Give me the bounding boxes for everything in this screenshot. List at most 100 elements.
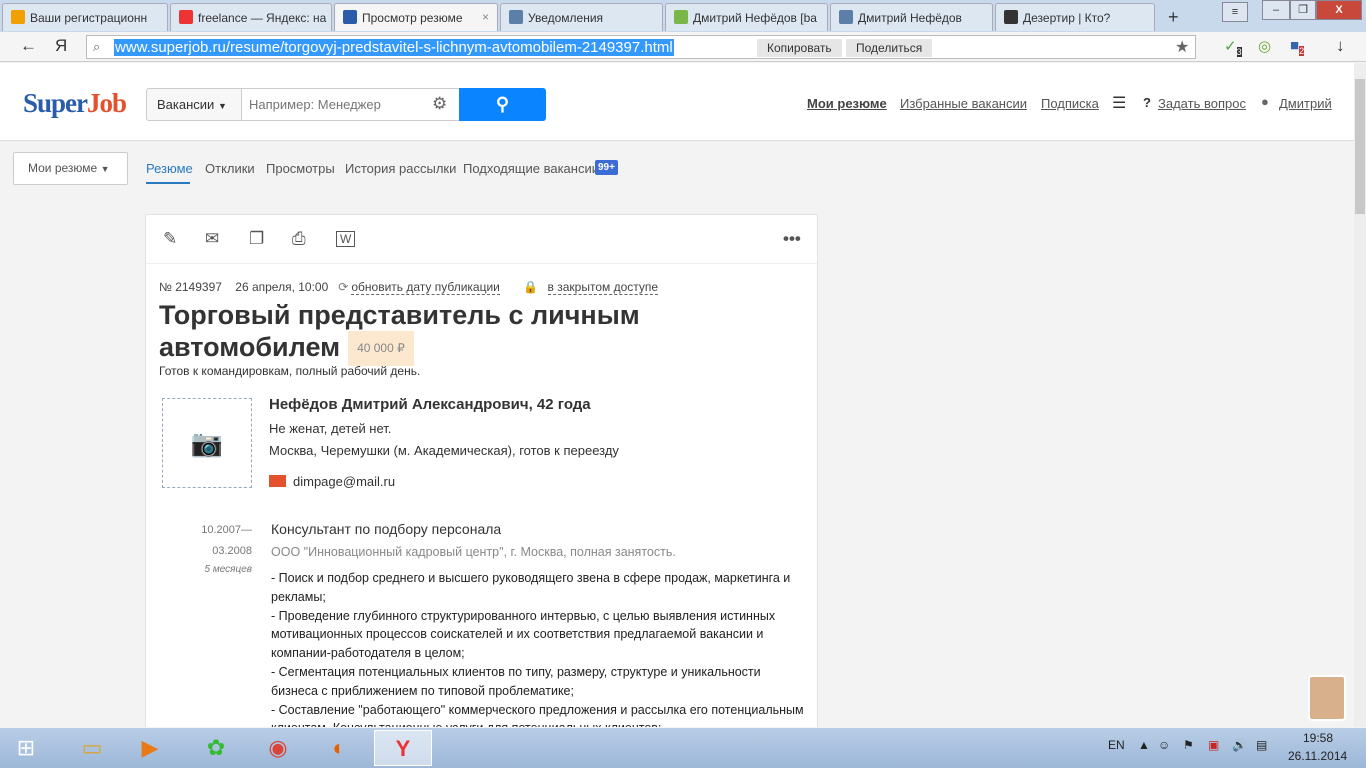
volume-icon[interactable]: 🔊 bbox=[1232, 738, 1247, 752]
adguard-icon[interactable]: ✓3 bbox=[1224, 37, 1242, 57]
tab-matching-vacancies[interactable]: Подходящие вакансии bbox=[463, 161, 599, 176]
close-window-button[interactable]: X bbox=[1316, 0, 1362, 20]
resume-card: ✎ ✉ ❐ ⎙ W ••• № 2149397 26 апреля, 10:00… bbox=[145, 214, 818, 727]
chrome-icon[interactable]: ◉ bbox=[252, 730, 304, 766]
mail-icon bbox=[11, 10, 25, 24]
page: SuperJob Вакансии ▼ ⚙ ⚲ Мои резюме Избра… bbox=[0, 63, 1354, 727]
browser-tab[interactable]: Дмитрий Нефёдов [ba bbox=[665, 3, 828, 31]
access-link[interactable]: в закрытом доступе bbox=[547, 280, 659, 295]
start-button[interactable]: ⊞ bbox=[0, 730, 52, 766]
more-icon[interactable]: ••• bbox=[783, 229, 801, 249]
media-player-icon[interactable]: ▶ bbox=[124, 730, 176, 766]
scrollbar[interactable] bbox=[1354, 63, 1366, 727]
envelope-icon bbox=[269, 475, 286, 487]
mail-icon[interactable]: ✉ bbox=[205, 229, 219, 249]
job-company: ООО "Инновационный кадровый центр", г. М… bbox=[271, 545, 676, 559]
job-from: 10.2007— bbox=[201, 524, 252, 536]
nav-my-resumes[interactable]: Мои резюме bbox=[807, 96, 887, 111]
browser-tab[interactable]: Ваши регистрационн bbox=[2, 3, 168, 31]
print-icon[interactable]: ⎙ bbox=[292, 229, 306, 249]
site-header: SuperJob Вакансии ▼ ⚙ ⚲ Мои резюме Избра… bbox=[0, 63, 1354, 141]
menu-icon[interactable]: ≡ bbox=[1222, 2, 1248, 22]
update-date-link[interactable]: обновить дату публикации bbox=[351, 280, 500, 295]
clock-date[interactable]: 26.11.2014 bbox=[1288, 749, 1347, 763]
runner-icon bbox=[1004, 10, 1018, 24]
language-indicator[interactable]: EN bbox=[1108, 738, 1125, 752]
flag-icon[interactable]: ⚑ bbox=[1183, 738, 1194, 752]
search-input[interactable] bbox=[242, 88, 460, 121]
url-text[interactable]: www.superjob.ru/resume/torgovyj-predstav… bbox=[114, 39, 674, 56]
star-icon[interactable]: ★ bbox=[1175, 37, 1189, 57]
menu-icon[interactable]: ☰ bbox=[1112, 93, 1126, 113]
back-icon[interactable]: ← bbox=[20, 36, 37, 56]
tab-bar: Ваши регистрационн freelance — Яндекс: на… bbox=[0, 0, 1366, 32]
edit-icon[interactable]: ✎ bbox=[163, 229, 177, 249]
work-conditions: Готов к командировкам, полный рабочий де… bbox=[159, 364, 421, 378]
publish-date: 26 апреля, 10:00 bbox=[235, 280, 329, 294]
scrollbar-thumb[interactable] bbox=[1355, 79, 1365, 214]
network-icon[interactable]: ▤ bbox=[1256, 738, 1267, 752]
search-type-select[interactable]: Вакансии ▼ bbox=[146, 88, 242, 121]
browser-tab[interactable]: Дезертир | Кто? bbox=[995, 3, 1155, 31]
nav-user[interactable]: Дмитрий bbox=[1279, 96, 1332, 111]
extension-fox-icon[interactable]: ■2 bbox=[1290, 37, 1305, 56]
camera-icon: 📷 bbox=[190, 428, 224, 458]
close-tab-icon[interactable]: × bbox=[482, 10, 489, 24]
resume-number: № 2149397 bbox=[159, 280, 222, 294]
superjob-icon bbox=[343, 10, 357, 24]
tab-resume[interactable]: Резюме bbox=[146, 161, 193, 176]
email: dimpage@mail.ru bbox=[269, 474, 395, 489]
vk-icon bbox=[839, 10, 853, 24]
explorer-icon[interactable]: ▭ bbox=[66, 730, 118, 766]
extension-icon[interactable]: ◎ bbox=[1258, 37, 1271, 55]
new-tab-button[interactable]: + bbox=[1160, 1, 1188, 29]
nav-subscription[interactable]: Подписка bbox=[1041, 96, 1099, 111]
nav-ask-question[interactable]: Задать вопрос bbox=[1158, 96, 1246, 111]
firefox-icon[interactable]: ◐ bbox=[313, 730, 365, 766]
restore-button[interactable]: ❐ bbox=[1290, 0, 1316, 20]
tab-label: Уведомления bbox=[528, 11, 604, 25]
word-icon[interactable]: W bbox=[336, 231, 356, 247]
photo-placeholder[interactable]: 📷 bbox=[162, 398, 252, 488]
power-icon[interactable]: ▣ bbox=[1208, 738, 1219, 752]
tray-expand-icon[interactable]: ▲ bbox=[1138, 738, 1150, 752]
active-tab-indicator bbox=[146, 182, 190, 184]
yandex-browser-icon[interactable]: Y bbox=[374, 730, 432, 766]
download-icon[interactable]: ↓ bbox=[1336, 36, 1345, 56]
search-icon: ⌕ bbox=[93, 39, 101, 54]
count-badge: 99+ bbox=[595, 160, 618, 175]
candidate-name: Нефёдов Дмитрий Александрович, 42 года bbox=[269, 396, 591, 413]
vk-icon bbox=[509, 10, 523, 24]
tab-label: Дезертир | Кто? bbox=[1023, 11, 1111, 25]
my-resumes-dropdown[interactable]: Мои резюме ▼ bbox=[13, 152, 128, 185]
share-button[interactable]: Поделиться bbox=[846, 39, 933, 57]
minimize-button[interactable]: – bbox=[1262, 0, 1290, 20]
address-bar: ← Я ⌕ www.superjob.ru/resume/torgovyj-pr… bbox=[0, 32, 1366, 62]
icq-icon[interactable]: ✿ bbox=[190, 730, 242, 766]
browser-tab[interactable]: Просмотр резюме × bbox=[334, 3, 498, 31]
tab-responses[interactable]: Отклики bbox=[205, 161, 255, 176]
salary-badge: 40 000 ₽ bbox=[348, 331, 414, 366]
nav-favorites[interactable]: Избранные вакансии bbox=[900, 96, 1027, 111]
browser-tab[interactable]: freelance — Яндекс: на bbox=[170, 3, 332, 31]
search-icon: ⚲ bbox=[495, 94, 510, 114]
tab-views[interactable]: Просмотры bbox=[266, 161, 335, 176]
yandex-icon[interactable]: Я bbox=[55, 36, 67, 56]
browser-tab[interactable]: Уведомления bbox=[500, 3, 663, 31]
job-to: 03.2008 bbox=[212, 545, 252, 557]
gear-icon[interactable]: ⚙ bbox=[432, 94, 447, 114]
tab-mailing-history[interactable]: История рассылки bbox=[345, 161, 456, 176]
taskbar: ⊞ ▭ ▶ ✿ ◉ ◐ Y EN ▲ ☺ ⚑ ▣ 🔊 ▤ 19:58 26.11… bbox=[0, 728, 1366, 768]
search-button[interactable]: ⚲ bbox=[459, 88, 546, 121]
tray-app-icon[interactable]: ☺ bbox=[1158, 738, 1170, 752]
clock-time[interactable]: 19:58 bbox=[1303, 731, 1333, 745]
browser-tab[interactable]: Дмитрий Нефёдов bbox=[830, 3, 993, 31]
copy-button[interactable]: Копировать bbox=[757, 39, 842, 57]
support-chat-avatar[interactable] bbox=[1308, 675, 1346, 721]
url-field[interactable]: ⌕ www.superjob.ru/resume/torgovyj-predst… bbox=[86, 35, 1196, 59]
resume-title: Торговый представитель с личным автомоби… bbox=[159, 300, 679, 366]
yandex-icon bbox=[179, 10, 193, 24]
superjob-logo[interactable]: SuperJob bbox=[23, 88, 127, 119]
user-icon: ● bbox=[1261, 94, 1269, 109]
copy-icon[interactable]: ❐ bbox=[249, 229, 264, 249]
